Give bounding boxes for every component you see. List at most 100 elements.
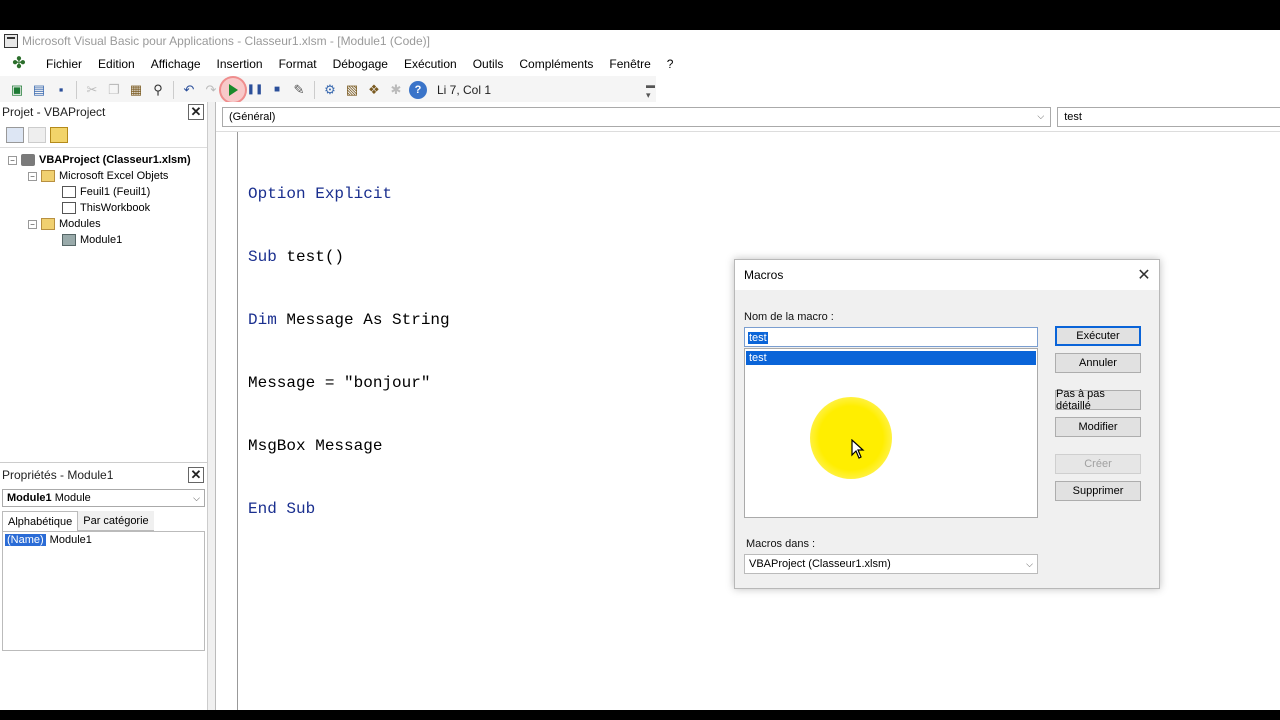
properties-window-icon[interactable]: ▧ (343, 81, 361, 99)
list-item[interactable]: test (746, 351, 1036, 365)
tree-item-vbaproject[interactable]: − VBAProject (Classeur1.xlsm) (0, 152, 207, 168)
tree-item-module1[interactable]: Module1 (0, 232, 207, 248)
panel-splitter[interactable] (208, 102, 216, 710)
sheet-icon (62, 186, 76, 198)
collapse-icon[interactable]: − (28, 171, 37, 181)
standard-toolbar: ▣ ▤ ▪ ✂ ❐ ▦ ⚲ ↶ ↷ ❚❚ ■ ✎ ⚙ ▧ ❖ ✱ ? Li 7,… (0, 75, 656, 104)
procedure-combo[interactable]: test (1057, 106, 1280, 127)
chevron-down-icon: ⌵ (1037, 111, 1045, 121)
delete-button[interactable]: Supprimer (1055, 481, 1141, 501)
play-icon (228, 83, 238, 96)
code-window-header: (Général) ⌵ test (216, 102, 1280, 132)
code-line: End Sub (248, 500, 316, 518)
properties-title: Propriétés - Module1 (2, 468, 114, 482)
tab-par-categorie[interactable]: Par catégorie (78, 511, 154, 531)
tree-item-excel-objects[interactable]: − Microsoft Excel Objets (0, 168, 207, 184)
menu-help[interactable]: ? (659, 52, 682, 76)
menu-execution[interactable]: Exécution (396, 52, 465, 76)
toolbar-grip-icon[interactable]: ▬ ▾ (646, 80, 655, 100)
close-icon[interactable]: ✕ (188, 467, 204, 483)
folder-icon (41, 170, 55, 182)
view-code-icon[interactable] (6, 126, 24, 143)
menu-debogage[interactable]: Débogage (325, 52, 396, 76)
macro-name-input[interactable]: test (744, 327, 1038, 347)
reset-icon[interactable]: ■ (268, 81, 286, 99)
menu-fenetre[interactable]: Fenêtre (601, 52, 658, 76)
macros-dialog: Macros ✕ Nom de la macro : test test Exé… (734, 259, 1160, 589)
macro-name-value: test (748, 332, 768, 344)
project-explorer-tools (0, 122, 207, 148)
property-row[interactable]: (Name) Module1 (3, 532, 204, 548)
object-combo[interactable]: (Général) ⌵ (222, 106, 1052, 127)
module-icon (62, 234, 76, 246)
menu-bar: ✤ Fichier Edition Affichage Insertion Fo… (0, 52, 1280, 76)
macro-name-label: Nom de la macro : (744, 311, 834, 323)
object-select-value: Module1 Module (7, 492, 91, 504)
macros-in-label: Macros dans : (746, 538, 816, 550)
menu-outils[interactable]: Outils (465, 52, 512, 76)
cancel-button[interactable]: Annuler (1055, 353, 1141, 373)
run-button[interactable]: Exécuter (1055, 326, 1141, 346)
help-icon[interactable]: ? (409, 80, 427, 99)
toolbox-icon[interactable]: ✱ (387, 81, 405, 99)
code-editor[interactable]: Option Explicit Sub test() Dim Message A… (248, 142, 450, 562)
find-icon[interactable]: ⚲ (149, 81, 167, 99)
save-icon[interactable]: ▪ (52, 81, 70, 99)
break-icon[interactable]: ❚❚ (246, 81, 264, 99)
paste-icon[interactable]: ▦ (127, 81, 145, 99)
window-title: Microsoft Visual Basic pour Applications… (22, 34, 430, 48)
excel-icon[interactable]: ✤ (10, 55, 28, 73)
macros-in-select[interactable]: VBAProject (Classeur1.xlsm) ⌵ (744, 554, 1038, 574)
tree-item-label: Module1 (80, 234, 123, 246)
menu-complements[interactable]: Compléments (511, 52, 601, 76)
tree-item-thisworkbook[interactable]: ThisWorkbook (0, 200, 207, 216)
project-explorer: Projet - VBAProject ✕ − VBAProject (Clas… (0, 102, 208, 485)
close-icon[interactable]: ✕ (188, 104, 204, 120)
view-object-icon[interactable] (28, 126, 46, 143)
menu-affichage[interactable]: Affichage (143, 52, 209, 76)
menu-fichier[interactable]: Fichier (38, 52, 90, 76)
undo-icon[interactable]: ↶ (180, 81, 198, 99)
collapse-icon[interactable]: − (28, 219, 37, 229)
step-into-button[interactable]: Pas à pas détaillé (1055, 388, 1141, 412)
toolbar-separator (314, 80, 315, 99)
project-explorer-header: Projet - VBAProject ✕ (0, 102, 207, 122)
object-combo-value: (Général) (229, 110, 276, 123)
copy-icon[interactable]: ❐ (105, 81, 123, 99)
folder-icon (41, 218, 55, 230)
object-browser-icon[interactable]: ❖ (365, 81, 383, 99)
close-icon[interactable]: ✕ (1129, 265, 1159, 285)
procedure-combo-value: test (1064, 110, 1082, 123)
vbe-window: Microsoft Visual Basic pour Applications… (0, 30, 1280, 710)
tree-item-label: VBAProject (Classeur1.xlsm) (39, 154, 191, 166)
project-explorer-icon[interactable]: ⚙ (321, 81, 339, 99)
menu-insertion[interactable]: Insertion (209, 52, 271, 76)
toolbar-separator (173, 80, 174, 99)
chevron-down-icon: ⌵ (1026, 558, 1033, 569)
insert-userform-icon[interactable]: ▤ (30, 81, 48, 99)
cut-icon[interactable]: ✂ (83, 81, 101, 99)
redo-icon[interactable]: ↷ (202, 81, 220, 99)
design-mode-icon[interactable]: ✎ (290, 81, 308, 99)
view-excel-icon[interactable]: ▣ (8, 81, 26, 99)
edit-button[interactable]: Modifier (1055, 417, 1141, 437)
run-macro-button[interactable] (219, 75, 247, 104)
toggle-folders-icon[interactable] (50, 126, 68, 143)
property-value[interactable]: Module1 (50, 534, 92, 546)
chevron-down-icon: ⌵ (193, 492, 200, 503)
tree-item-label: ThisWorkbook (80, 202, 151, 214)
collapse-icon[interactable]: − (8, 155, 17, 165)
create-button[interactable]: Créer (1055, 454, 1141, 474)
menu-edition[interactable]: Edition (90, 52, 143, 76)
code-line: Sub test() (248, 248, 345, 266)
menu-format[interactable]: Format (271, 52, 325, 76)
vbe-app-icon (4, 34, 18, 48)
margin-indicator-bar[interactable] (222, 132, 238, 710)
tree-item-label: Feuil1 (Feuil1) (80, 186, 151, 198)
object-select[interactable]: Module1 Module ⌵ (2, 489, 205, 507)
tree-item-modules[interactable]: − Modules (0, 216, 207, 232)
tab-alphabetique[interactable]: Alphabétique (2, 511, 79, 531)
vbaproject-icon (21, 154, 35, 166)
tree-item-feuil1[interactable]: Feuil1 (Feuil1) (0, 184, 207, 200)
properties-header: Propriétés - Module1 ✕ (0, 465, 207, 485)
